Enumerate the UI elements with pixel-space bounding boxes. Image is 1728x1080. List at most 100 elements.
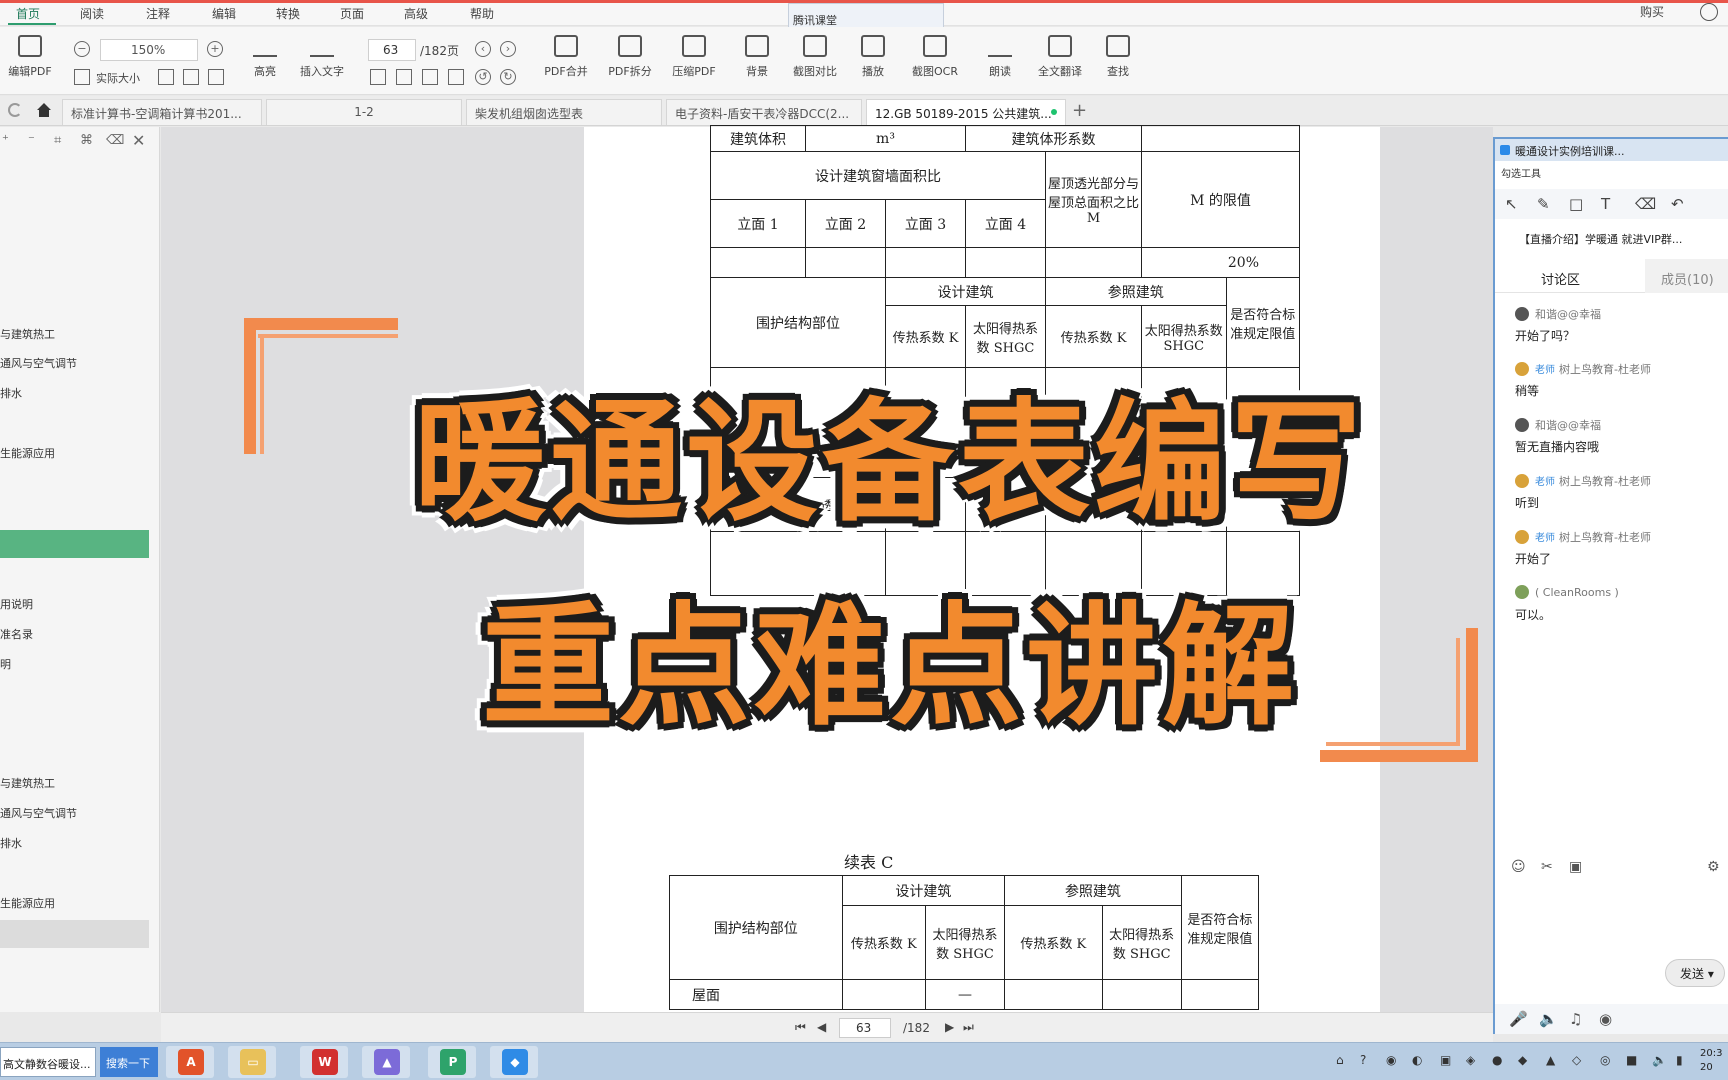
help-icon[interactable]: ? — [1360, 1053, 1366, 1067]
tray-icon-7[interactable]: ◆ — [1518, 1053, 1527, 1067]
taskbar-app-pdf[interactable]: P — [428, 1046, 476, 1078]
bookmark-edit-icon[interactable]: ⌘ — [80, 133, 93, 148]
bookmark-item[interactable]: 排水 — [0, 835, 22, 851]
scissors-icon[interactable]: ✂ — [1541, 859, 1553, 875]
bookmark-item[interactable]: 生能源应用 — [0, 445, 55, 461]
double-page-icon[interactable] — [422, 69, 438, 85]
pointer-icon[interactable]: ↖ — [1505, 195, 1518, 213]
tab-calc-sheet[interactable]: 标准计算书-空调箱计算书201... — [62, 99, 262, 125]
text-select-icon[interactable] — [208, 69, 224, 85]
taskbar-app-wps[interactable]: W — [300, 1046, 348, 1078]
tray-icon-8[interactable]: ▲ — [1546, 1053, 1555, 1067]
next-page-icon[interactable]: › — [500, 41, 516, 57]
menu-page[interactable]: 页面 — [340, 5, 364, 22]
screenshot-compare-button[interactable]: 截图对比 — [785, 35, 845, 79]
background-button[interactable]: 背景 — [727, 35, 787, 79]
rectangle-icon[interactable]: □ — [1569, 195, 1583, 213]
tray-icon-2[interactable]: ◉ — [1386, 1053, 1396, 1067]
bookmark-item[interactable]: 明 — [0, 656, 11, 672]
emoji-icon[interactable]: ☺ — [1511, 859, 1526, 875]
record-icon[interactable]: ◉ — [1599, 1010, 1612, 1028]
bookmark-item[interactable]: 排水 — [0, 385, 22, 401]
music-icon[interactable]: ♫ — [1569, 1010, 1582, 1028]
tab-dcc-material[interactable]: 电子资料-盾安干表冷器DCC(2... — [666, 99, 862, 125]
menu-edit[interactable]: 编辑 — [212, 5, 236, 22]
tray-icon-11[interactable]: ■ — [1626, 1053, 1637, 1067]
actual-size-label[interactable]: 实际大小 — [96, 70, 140, 86]
bookmark-item[interactable]: 通风与空气调节 — [0, 805, 77, 821]
bookmark-add-icon[interactable]: ⌗ — [54, 133, 61, 148]
double-continuous-icon[interactable] — [448, 69, 464, 85]
fit-width-icon[interactable] — [183, 69, 199, 85]
insert-text-button[interactable]: 插入文字 — [292, 35, 352, 79]
tab-discussion[interactable]: 讨论区 — [1541, 269, 1580, 288]
tab-1-2[interactable]: 1-2 — [266, 99, 462, 125]
user-icon[interactable] — [1700, 3, 1718, 21]
read-aloud-button[interactable]: 朗读 — [970, 35, 1030, 79]
tray-icon-9[interactable]: ◇ — [1572, 1053, 1581, 1067]
microphone-icon[interactable]: 🎤 — [1509, 1010, 1528, 1028]
taskbar-search-button[interactable]: 搜索一下 — [100, 1047, 158, 1077]
tray-icon-10[interactable]: ◎ — [1600, 1053, 1610, 1067]
menu-home[interactable]: 首页 — [16, 5, 40, 22]
home-icon[interactable] — [36, 102, 52, 118]
bookmark-item[interactable]: 用说明 — [0, 596, 33, 612]
taskbar-app-classroom[interactable]: ◆ — [490, 1046, 538, 1078]
compress-pdf-button[interactable]: 压缩PDF — [664, 35, 724, 79]
tray-icon-5[interactable]: ◈ — [1466, 1053, 1475, 1067]
menu-advanced[interactable]: 高级 — [404, 5, 428, 22]
image-icon[interactable]: ▣ — [1569, 859, 1582, 875]
rotate-right-icon[interactable]: ↻ — [500, 69, 516, 85]
fit-page-icon[interactable] — [158, 69, 174, 85]
clock[interactable]: 20:3 20 — [1700, 1047, 1722, 1075]
tray-icon-6[interactable]: ● — [1492, 1053, 1502, 1067]
taskbar-app-photos[interactable]: ▲ — [362, 1046, 410, 1078]
actual-size-icon[interactable] — [74, 69, 90, 85]
eraser-icon[interactable]: ⌫ — [1635, 195, 1656, 213]
menu-help[interactable]: 帮助 — [470, 5, 494, 22]
tab-members[interactable]: 成员(10) — [1661, 269, 1714, 288]
text-icon[interactable]: T — [1601, 195, 1610, 213]
prev-page-icon[interactable]: ‹ — [475, 41, 491, 57]
edit-pdf-button[interactable]: 编辑PDF — [0, 35, 60, 79]
buy-link[interactable]: 购买 — [1640, 3, 1664, 20]
pen-icon[interactable]: ✎ — [1537, 195, 1550, 213]
tab-gb50189[interactable]: 12.GB 50189-2015 公共建筑... — [866, 99, 1066, 125]
bookmark-item[interactable]: 生能源应用 — [0, 895, 55, 911]
play-button[interactable]: 播放 — [843, 35, 903, 79]
single-page-icon[interactable] — [370, 69, 386, 85]
continuous-page-icon[interactable] — [396, 69, 412, 85]
zoom-in-icon[interactable]: + — [207, 41, 223, 57]
delete-icon[interactable]: ⌫ — [106, 133, 124, 148]
hovered-bookmark[interactable] — [0, 920, 149, 948]
network-icon[interactable]: ▮ — [1676, 1053, 1683, 1067]
close-icon[interactable]: ✕ — [132, 131, 145, 150]
pager-page-input[interactable]: 63 — [839, 1018, 891, 1038]
next-page-icon[interactable]: ▶ — [945, 1020, 954, 1034]
speaker-icon[interactable]: 🔈 — [1539, 1010, 1558, 1028]
pdf-split-button[interactable]: PDF拆分 — [600, 35, 660, 79]
tab-generator-chimney[interactable]: 柴发机组烟囱选型表 — [466, 99, 662, 125]
taskbar-app-explorer[interactable]: ▭ — [228, 1046, 276, 1078]
new-tab-button[interactable]: + — [1072, 100, 1087, 121]
bookmark-item[interactable]: 通风与空气调节 — [0, 355, 77, 371]
expand-icon[interactable]: ⁺ — [2, 133, 9, 148]
rotate-left-icon[interactable]: ↺ — [475, 69, 491, 85]
undo-icon[interactable]: ↶ — [1671, 195, 1684, 213]
page-number-input[interactable]: 63 — [368, 39, 416, 61]
taskbar-search-input[interactable]: 高文静数谷暖设... — [0, 1047, 96, 1077]
volume-icon[interactable]: 🔈 — [1652, 1053, 1667, 1067]
menu-read[interactable]: 阅读 — [80, 5, 104, 22]
zoom-input[interactable]: 150% — [100, 39, 198, 61]
tray-icon-3[interactable]: ◐ — [1412, 1053, 1422, 1067]
taskbar-app-acs[interactable]: A — [166, 1046, 214, 1078]
collapse-icon[interactable]: ⁻ — [28, 133, 35, 148]
course-title[interactable]: 【直播介绍】学暖通 就进VIP群... — [1519, 231, 1682, 247]
tray-icon-4[interactable]: ▣ — [1440, 1053, 1451, 1067]
settings-icon[interactable]: ⚙ — [1707, 859, 1720, 875]
bookmark-item[interactable]: 与建筑热工 — [0, 326, 55, 342]
bookmark-item[interactable]: 与建筑热工 — [0, 775, 55, 791]
highlight-button[interactable]: 高亮 — [235, 35, 295, 79]
send-button[interactable]: 发送 ▾ — [1665, 959, 1725, 987]
menu-convert[interactable]: 转换 — [276, 5, 300, 22]
